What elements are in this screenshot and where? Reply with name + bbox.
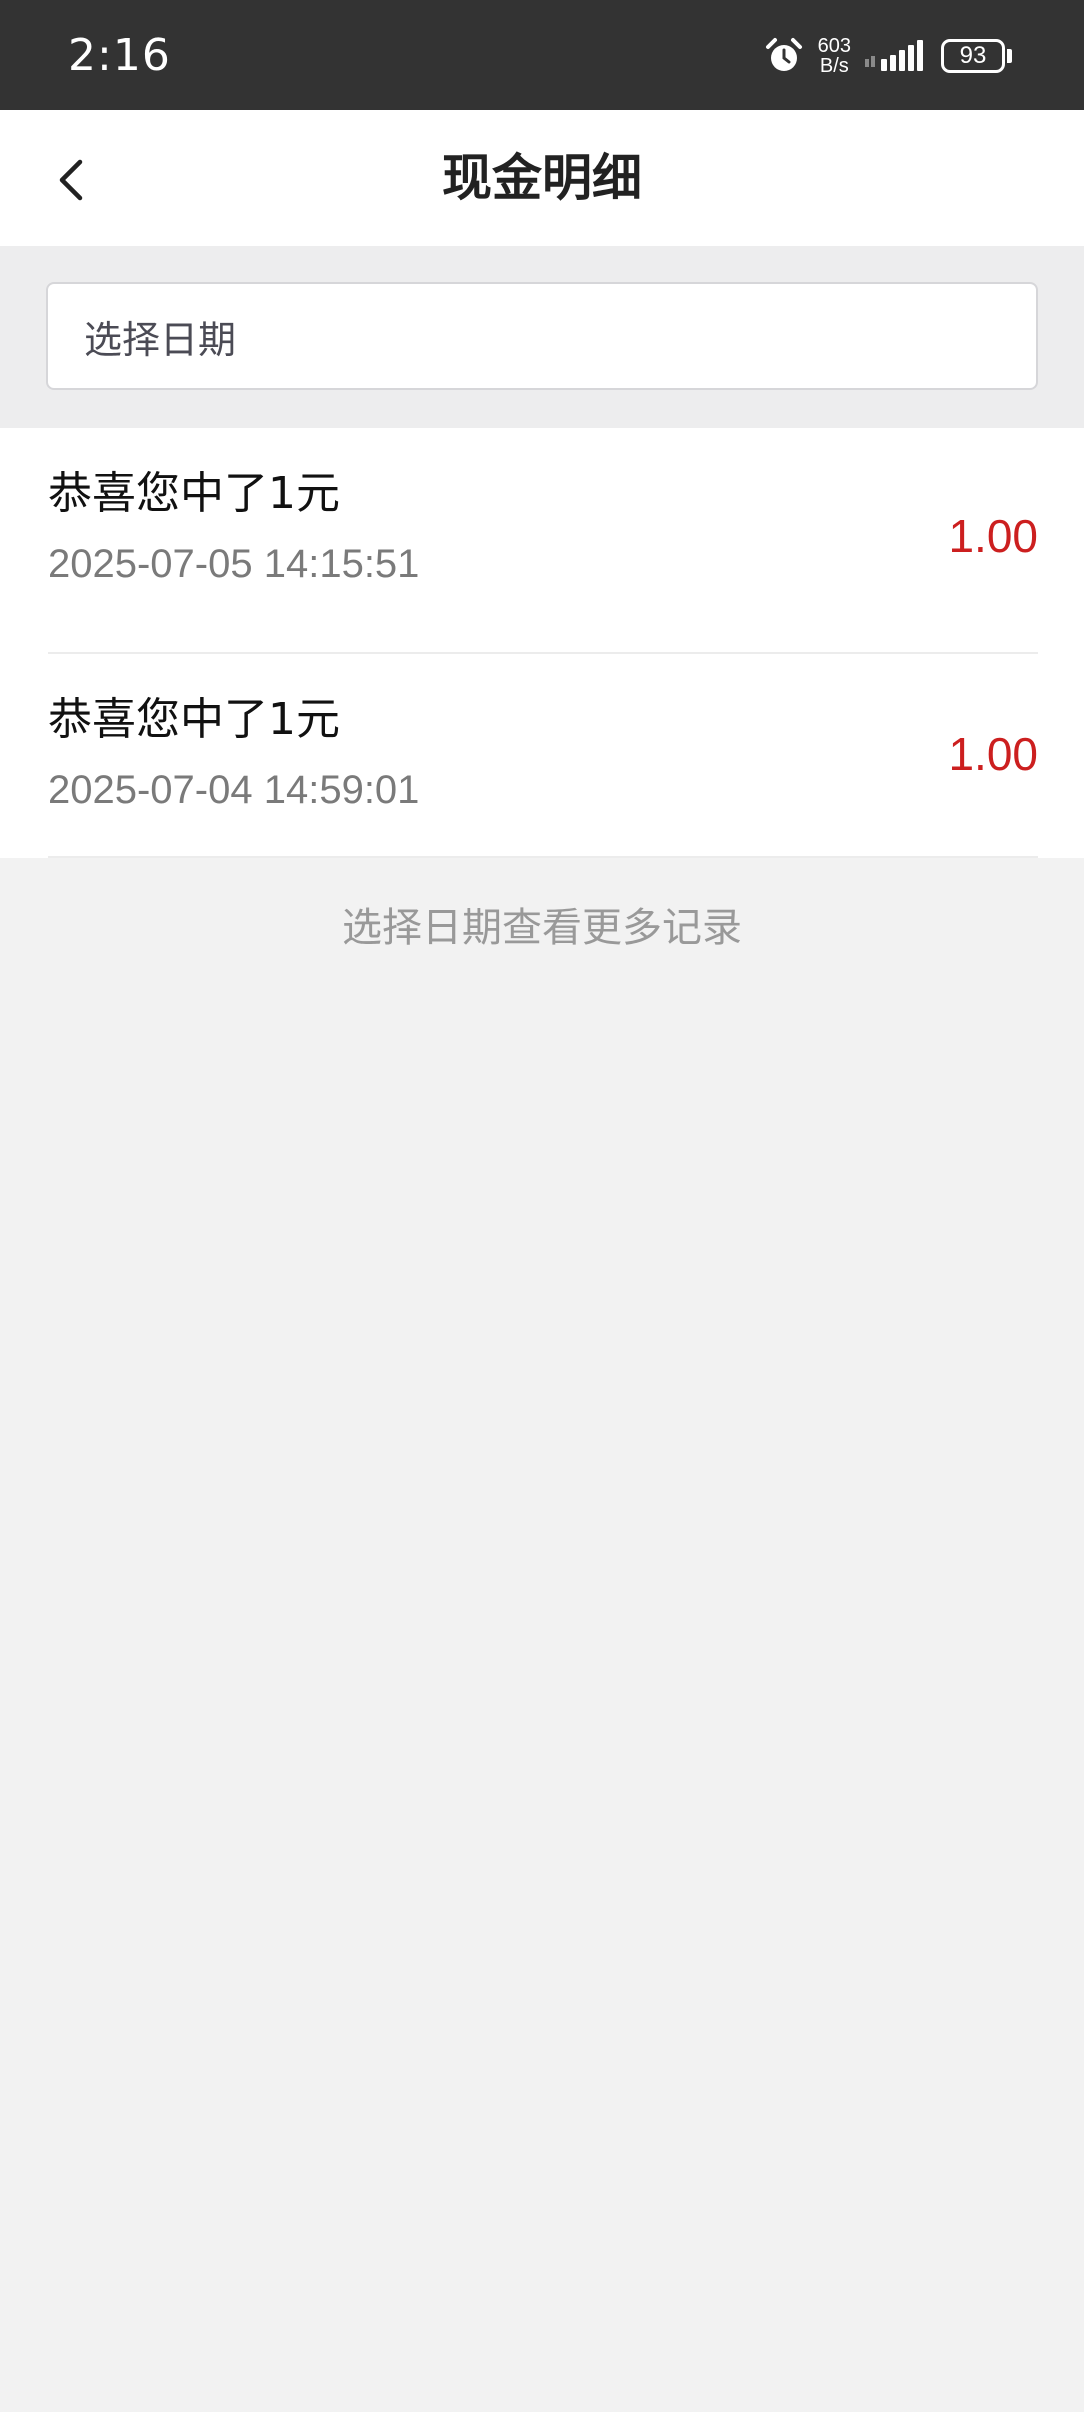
status-bar: 2:16 603 B/s 93 — [0, 0, 1084, 110]
record-amount: 1.00 — [948, 510, 1038, 562]
header: 现金明细 — [0, 110, 1084, 246]
list-item[interactable]: 恭喜您中了1元 2025-07-04 14:59:01 1.00 — [48, 654, 1038, 858]
records-list: 恭喜您中了1元 2025-07-05 14:15:51 1.00 恭喜您中了1元… — [0, 428, 1084, 858]
more-records-hint: 选择日期查看更多记录 — [342, 905, 742, 951]
network-speed-value: 603 — [817, 35, 851, 57]
network-speed: 603 B/s — [818, 36, 851, 76]
record-time: 2025-07-04 14:59:01 — [48, 768, 420, 812]
date-filter-bar: 选择日期 — [0, 246, 1084, 428]
battery-indicator: 93 — [941, 39, 1012, 73]
battery-level: 93 — [959, 42, 987, 69]
record-title: 恭喜您中了1元 — [48, 694, 340, 745]
signal-icon — [865, 39, 927, 73]
record-amount: 1.00 — [948, 728, 1038, 780]
battery-icon: 93 — [941, 39, 1005, 73]
record-title: 恭喜您中了1元 — [48, 468, 340, 519]
alarm-icon — [764, 36, 804, 76]
battery-tip — [1007, 49, 1012, 63]
date-picker-input[interactable]: 选择日期 — [46, 282, 1038, 390]
status-time: 2:16 — [68, 30, 171, 81]
network-speed-unit: B/s — [819, 55, 849, 77]
status-icons: 603 B/s 93 — [764, 32, 1012, 80]
list-item[interactable]: 恭喜您中了1元 2025-07-05 14:15:51 1.00 — [48, 428, 1038, 654]
record-time: 2025-07-05 14:15:51 — [48, 542, 420, 586]
page-title: 现金明细 — [442, 149, 642, 207]
